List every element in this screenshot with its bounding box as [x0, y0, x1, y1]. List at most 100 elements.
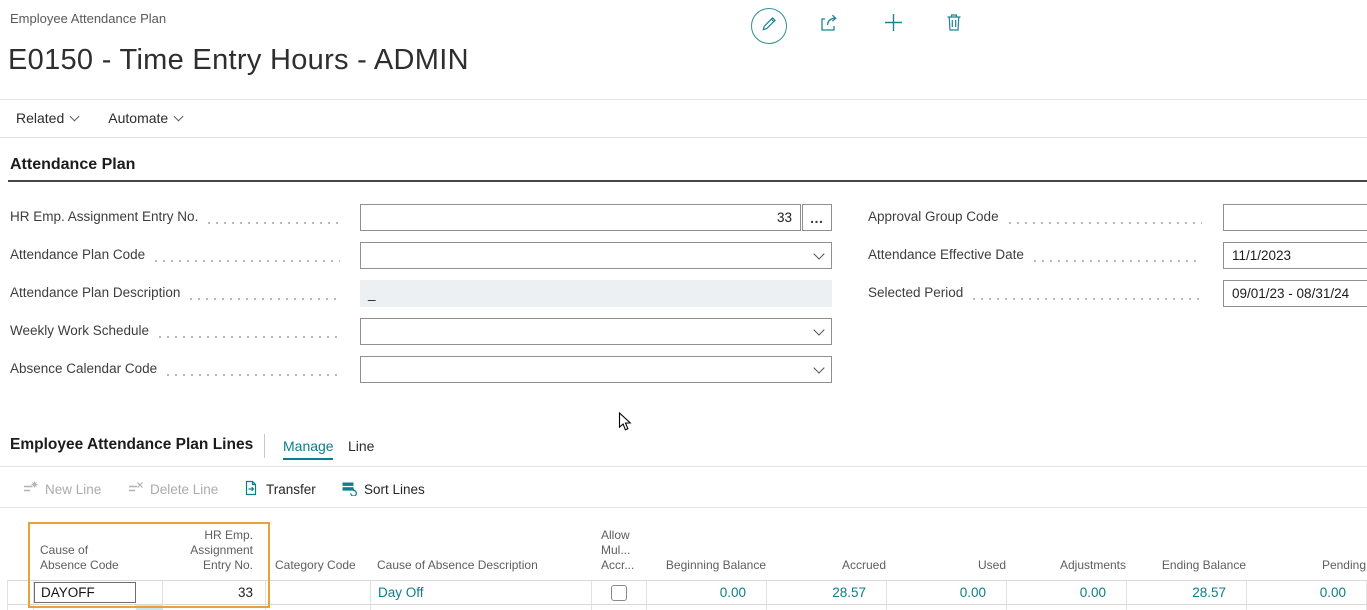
tab-manage[interactable]: Manage — [283, 438, 334, 454]
divider — [0, 137, 1367, 138]
menu-automate-label: Automate — [108, 110, 168, 126]
delete-line-icon — [127, 480, 143, 499]
approval-group-code-label: Approval Group Code — [868, 209, 999, 227]
dotted-leader — [155, 260, 340, 262]
column-header-label: Ending Balance — [1126, 558, 1266, 573]
column-header-label: Used — [886, 558, 1026, 573]
cell-beginning-balance[interactable]: 0.00 — [647, 581, 767, 604]
partial-cell — [371, 605, 592, 610]
selected-period-input[interactable]: 09/01/23 - 08/31/24 — [1223, 280, 1367, 307]
column-header-allow-mul-accr[interactable]: Allow Mul... Accr... — [591, 528, 646, 573]
selected-cell-fragment — [136, 605, 162, 610]
cell-accrued[interactable]: 28.57 — [767, 581, 887, 604]
column-header-label: Cause of Absence Description — [377, 558, 538, 572]
menu-related-label: Related — [16, 110, 64, 126]
table-header: Cause of Absence Code HR Emp. Assignment… — [7, 510, 1367, 580]
trash-icon — [944, 12, 964, 38]
column-header-cause-of-absence-description[interactable]: Cause of Absence Description — [370, 558, 591, 573]
divider — [0, 99, 1367, 100]
new-line-button[interactable]: New Line — [22, 480, 101, 499]
column-header-accrued[interactable]: Accrued — [766, 558, 886, 573]
chevron-down-icon — [813, 362, 824, 373]
new-button[interactable] — [882, 14, 904, 36]
column-header-label: Pending — [1246, 558, 1367, 573]
hr-emp-assignment-entry-no-label: HR Emp. Assignment Entry No. — [10, 209, 198, 227]
pencil-icon — [761, 15, 778, 37]
column-header-used[interactable]: Used — [886, 558, 1006, 573]
cause-of-absence-description-link[interactable]: Day Off — [378, 585, 424, 600]
column-header-hr-emp-assignment-entry-no[interactable]: HR Emp. Assignment Entry No. — [162, 528, 265, 573]
delete-button[interactable] — [943, 14, 964, 36]
weekly-work-schedule-select[interactable] — [360, 318, 832, 345]
dotted-leader — [973, 298, 1202, 300]
column-header-adjustments[interactable]: Adjustments — [1006, 558, 1126, 573]
menu-related[interactable]: Related — [16, 110, 78, 126]
dotted-leader — [167, 374, 340, 376]
cell-category-code[interactable] — [266, 581, 371, 604]
attendance-plan-description-label: Attendance Plan Description — [10, 285, 180, 303]
table-row: DAYOFF 33 Day Off 0.00 28.57 0.00 0.00 2… — [7, 580, 1367, 605]
sort-lines-button[interactable]: Sort Lines — [341, 480, 425, 499]
chevron-down-icon — [174, 111, 184, 121]
ellipsis-icon: … — [810, 210, 825, 226]
dotted-leader — [208, 222, 340, 224]
dotted-leader — [159, 336, 340, 338]
column-header-ending-balance[interactable]: Ending Balance — [1126, 558, 1246, 573]
attendance-effective-date-value: 11/1/2023 — [1232, 248, 1291, 263]
share-button[interactable] — [817, 13, 843, 37]
partial-cell — [34, 605, 163, 610]
delete-line-button[interactable]: Delete Line — [127, 480, 218, 499]
chevron-down-icon — [813, 324, 824, 335]
partial-cell — [767, 605, 887, 610]
transfer-button[interactable]: Transfer — [243, 480, 316, 499]
mouse-cursor — [618, 412, 632, 437]
column-header-category-code[interactable]: Category Code — [265, 558, 370, 573]
partial-next-row — [7, 605, 1367, 610]
allow-mul-accr-checkbox[interactable] — [611, 585, 627, 601]
lookup-ellipsis-button[interactable]: … — [802, 204, 832, 231]
tab-line[interactable]: Line — [348, 438, 374, 454]
attendance-plan-code-select[interactable] — [360, 242, 832, 269]
attendance-effective-date-input[interactable]: 11/1/2023 — [1223, 242, 1367, 269]
transfer-document-icon — [243, 480, 259, 499]
field-label-row: Weekly Work Schedule — [10, 323, 350, 341]
field-label-row: Absence Calendar Code — [10, 361, 350, 379]
dotted-leader — [1009, 222, 1202, 224]
cell-pending[interactable]: 0.00 — [1247, 581, 1367, 604]
cause-of-absence-code-cell-input[interactable]: DAYOFF — [34, 582, 136, 603]
partial-cell — [8, 605, 34, 610]
attendance-plan-section-title[interactable]: Attendance Plan — [10, 156, 135, 174]
cell-cause-of-absence-code[interactable]: DAYOFF — [34, 581, 163, 604]
dotted-leader — [190, 298, 340, 300]
partial-cell — [163, 605, 266, 610]
divider — [264, 434, 265, 458]
partial-cell — [266, 605, 371, 610]
hr-emp-assignment-entry-no-input[interactable]: 33 — [360, 204, 801, 231]
breadcrumb[interactable]: Employee Attendance Plan — [10, 11, 166, 26]
row-selector-cell[interactable] — [8, 581, 34, 604]
column-header-cause-of-absence-code[interactable]: Cause of Absence Code — [33, 543, 162, 573]
tab-manage-underline — [283, 458, 333, 460]
field-label-row: Attendance Plan Code — [10, 247, 350, 265]
cell-ending-balance[interactable]: 28.57 — [1127, 581, 1247, 604]
field-label-row: Attendance Plan Description — [10, 285, 350, 303]
absence-calendar-code-select[interactable] — [360, 356, 832, 383]
sort-lines-icon — [341, 480, 357, 499]
partial-cell — [647, 605, 767, 610]
selected-period-value: 09/01/23 - 08/31/24 — [1232, 286, 1349, 301]
column-header-pending[interactable]: Pending — [1246, 558, 1366, 573]
chevron-down-icon — [70, 111, 80, 121]
cell-cause-of-absence-description[interactable]: Day Off — [371, 581, 592, 604]
absence-calendar-code-label: Absence Calendar Code — [10, 361, 157, 379]
cell-used[interactable]: 0.00 — [887, 581, 1007, 604]
cell-adjustments[interactable]: 0.00 — [1007, 581, 1127, 604]
edit-button[interactable] — [751, 8, 787, 44]
menu-automate[interactable]: Automate — [108, 110, 182, 126]
column-header-label: Adjustments — [1006, 558, 1146, 573]
cell-hr-emp-assignment-entry-no[interactable]: 33 — [163, 581, 266, 604]
field-label-row: HR Emp. Assignment Entry No. — [10, 209, 350, 227]
approval-group-code-input[interactable] — [1223, 204, 1367, 231]
new-line-icon — [22, 480, 38, 499]
column-header-beginning-balance[interactable]: Beginning Balance — [646, 558, 766, 573]
partial-cell — [592, 605, 647, 610]
